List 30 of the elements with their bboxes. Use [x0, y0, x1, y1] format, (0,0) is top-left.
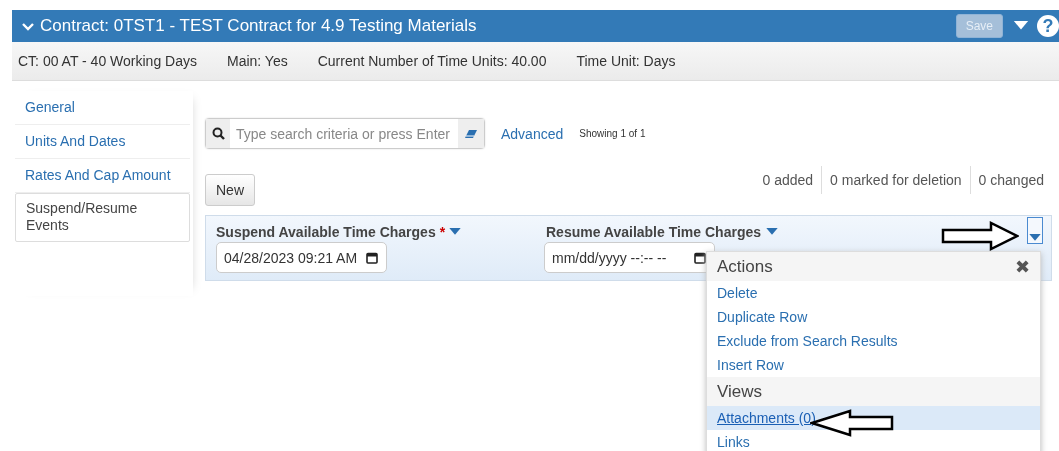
menu-section-title: Actions	[717, 256, 773, 277]
date-time-field[interactable]: mm/dd/yyyy --:-- --	[544, 242, 715, 273]
info-text: Main: Yes	[226, 53, 288, 69]
advanced-link[interactable]: Advanced	[501, 125, 564, 142]
help-icon[interactable]: ?	[1037, 15, 1059, 37]
change-counter: 0 marked for deletion	[821, 166, 970, 194]
column-header[interactable]: Resume Available Time Charges	[546, 224, 762, 240]
search-field[interactable]: Type search criteria or press Enter	[205, 118, 485, 149]
change-counter: 0 added	[761, 171, 815, 190]
sidebar-item[interactable]: Suspend/Resume Events	[15, 193, 190, 242]
menu-item[interactable]: Insert Row	[707, 353, 1040, 377]
sidebar-item[interactable]: General	[15, 91, 190, 125]
menu-item[interactable]: Links	[707, 430, 1040, 451]
column-header[interactable]: Suspend Available Time Charges	[216, 224, 436, 240]
window-title: Contract: 0TST1 - TEST Contract for 4.9 Testing Materials	[40, 16, 477, 36]
required-mark: *	[439, 224, 446, 240]
new-button[interactable]: New	[205, 174, 255, 206]
menu-item[interactable]: Delete	[707, 281, 1040, 305]
menu-section-title: Views	[717, 381, 763, 402]
search-placeholder: Type search criteria or press Enter	[235, 124, 451, 144]
menu-item[interactable]: Duplicate Row	[707, 305, 1040, 329]
sidebar-item[interactable]: Units And Dates	[15, 125, 190, 159]
info-text: Time Unit: Days	[576, 53, 676, 69]
menu-item[interactable]: Exclude from Search Results	[707, 329, 1040, 353]
result-count: Showing 1 of 1	[579, 128, 646, 139]
change-counter: 0 changed	[969, 166, 1052, 194]
date-time-field[interactable]: 04/28/2023 09:21 AM	[216, 242, 387, 273]
close-icon[interactable]: ✖	[1015, 255, 1030, 278]
info-text: CT: 00 AT - 40 Working Days	[18, 53, 197, 69]
info-text: Current Number of Time Units: 40.00	[317, 53, 547, 69]
